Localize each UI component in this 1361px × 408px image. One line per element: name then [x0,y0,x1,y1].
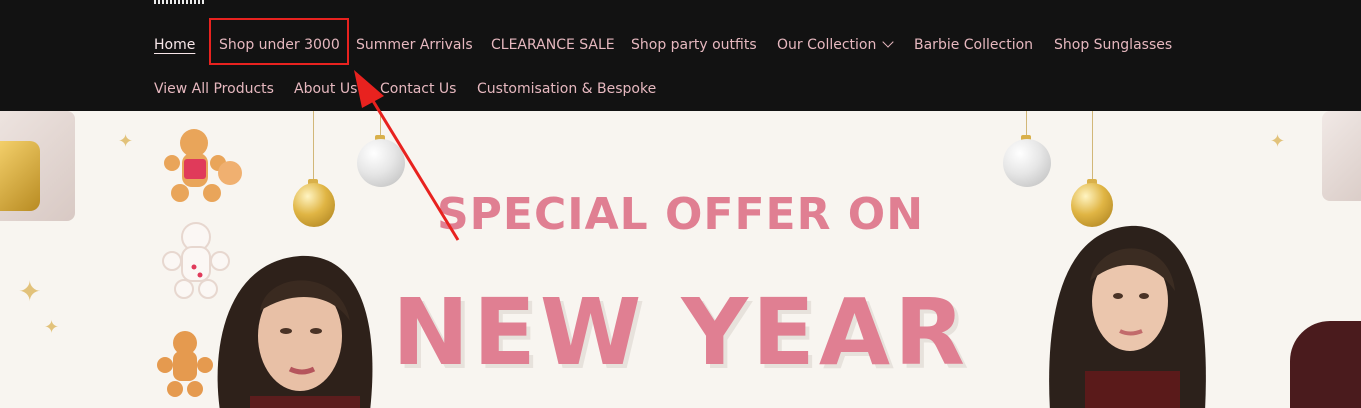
annotation-arrow-icon [354,70,460,241]
